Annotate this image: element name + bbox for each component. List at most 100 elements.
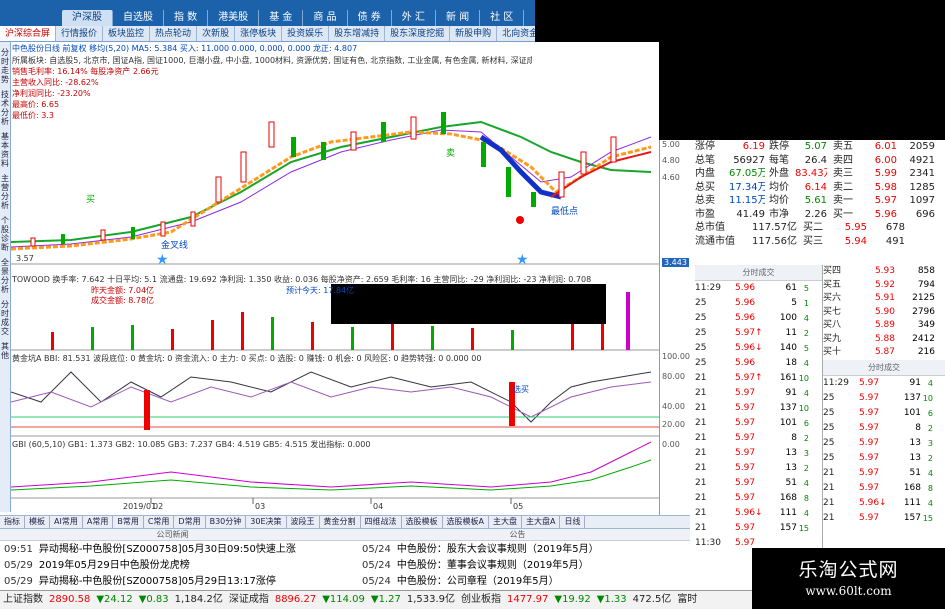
tick-row[interactable]: 25 5.97 101 6 (823, 406, 945, 421)
date-label-3: 04 (373, 502, 384, 511)
left-tab-profile[interactable]: 基本资料 (0, 132, 10, 168)
indicator-tab[interactable]: 主大盘 (489, 516, 522, 528)
tab-holder-deep[interactable]: 股东深度挖掘 (385, 26, 451, 41)
menu-item-favorites[interactable]: 自选股 (113, 10, 164, 26)
quote-value: 5.61 (804, 195, 827, 206)
indicator-tab[interactable]: 选股模板 (402, 516, 443, 528)
left-tab-panorama[interactable]: 全景分析 (0, 258, 10, 294)
indicator-tab[interactable]: 模板 (25, 516, 50, 528)
tick-row[interactable]: 25 5.97↑ 11 2 (695, 326, 822, 341)
news-item[interactable]: 05/24 中色股份：股东大会议事规则（2019年5月） (362, 542, 682, 558)
tick-row[interactable]: 21 5.97 51 4 (695, 476, 822, 491)
tab-limit-up[interactable]: 涨停板块 (235, 26, 283, 41)
news-item[interactable]: 05/24 中色股份：董事会议事规则（2019年5月） (362, 558, 682, 574)
tick-row[interactable]: 21 5.97 168 8 (823, 481, 945, 496)
indicator-tab[interactable]: 波段王 (287, 516, 320, 528)
indicator-tab[interactable]: 主大盘A (522, 516, 561, 528)
tick-row[interactable]: 21 5.97 157 15 (823, 511, 945, 526)
status-field: 8896.27 (274, 594, 317, 605)
quote-value: 11.15万 (729, 195, 765, 206)
tab-hs-overview[interactable]: 沪深综合屏 (0, 26, 57, 41)
tick-row[interactable]: 25 5.97 13 3 (823, 436, 945, 451)
news-date: 05/29 (4, 560, 33, 571)
indicator-tab[interactable]: 选股模板A (443, 516, 489, 528)
indicator-tab[interactable]: 指标 (0, 516, 25, 528)
indicator-tab[interactable]: A常用 (83, 516, 114, 528)
news-item[interactable]: 05/29 异动揭秘-中色股份[SZ000758]05月29日13:17涨停 (4, 574, 354, 590)
menu-item-hk-us[interactable]: 港美股 (208, 10, 260, 26)
indicator-tab[interactable]: 30E决策 (246, 516, 287, 528)
menu-item-index[interactable]: 指 数 (164, 10, 209, 26)
left-tab-other[interactable]: 其他 (0, 342, 10, 360)
menu-item-commodity[interactable]: 商 品 (303, 10, 348, 26)
tick-row[interactable]: 25 5.96 100 4 (695, 311, 822, 326)
tick-row[interactable]: 21 5.97 168 8 (695, 491, 822, 506)
news-item[interactable]: 09:51 异动揭秘-中色股份[SZ000758]05月30日09:50快速上涨 (4, 542, 354, 558)
quote-value: 26.4 (804, 154, 827, 166)
indicator-tab[interactable]: B30分钟 (206, 516, 247, 528)
menu-item-forex[interactable]: 外 汇 (392, 10, 436, 26)
indicator-tab[interactable]: AI常用 (50, 516, 83, 528)
left-tab-business[interactable]: 主营分析 (0, 174, 10, 210)
news-item[interactable]: 05/24 中色股份：公司章程（2019年5月） (362, 574, 682, 590)
left-tab-diagnosis[interactable]: 个股诊断 (0, 216, 10, 252)
menu-item-hs[interactable]: 沪深股 (62, 10, 113, 26)
order-book-price: 5.97 (874, 195, 897, 206)
tick-row[interactable]: 21 5.97 157 15 (695, 521, 822, 536)
tab-sector-monitor[interactable]: 板块监控 (103, 26, 151, 41)
tick-row[interactable]: 21 5.96↓ 111 4 (695, 506, 822, 521)
indicator-tab[interactable]: B常用 (113, 516, 144, 528)
tick-row[interactable]: 25 5.96↓ 140 5 (695, 341, 822, 356)
menu-item-fund[interactable]: 基 金 (259, 10, 304, 26)
news-title: 异动揭秘-中色股份[SZ000758]05月30日09:50快速上涨 (38, 544, 296, 555)
tab-holder-change[interactable]: 股东增减持 (329, 26, 386, 41)
indicator-tab[interactable]: D常用 (174, 516, 206, 528)
tick-list-left[interactable]: 分时成交 11:29 5.96 61 5 25 5.96 5 1 25 5.96 100 4 25 5.9… (695, 265, 823, 550)
indicator-tab[interactable]: 黄金分割 (320, 516, 361, 528)
tick-row[interactable]: 25 5.97 137 10 (823, 391, 945, 406)
tick-count: 8 (803, 494, 809, 503)
tick-row[interactable]: 21 5.96↓ 111 4 (823, 496, 945, 511)
tick-count: 5 (803, 344, 809, 353)
tick-row[interactable]: 11:29 5.97 91 4 (823, 376, 945, 391)
left-tab-intraday[interactable]: 分时走势 (0, 48, 10, 84)
quote-value: 41.49 (736, 208, 765, 220)
tick-header-right: 分时成交 (823, 359, 945, 376)
date-label-1: 02 (153, 502, 164, 511)
menu-item-news[interactable]: 新 闻 (436, 10, 481, 26)
tab-ipo[interactable]: 新股申购 (450, 26, 498, 41)
indicator-tab[interactable]: C常用 (144, 516, 175, 528)
tick-row[interactable]: 11:29 5.96 61 5 (695, 281, 822, 296)
tab-quotes[interactable]: 行情报价 (56, 26, 104, 41)
tick-row[interactable]: 21 5.97 101 6 (695, 416, 822, 431)
tick-row[interactable]: 25 5.96 18 4 (695, 356, 822, 371)
tick-row[interactable]: 25 5.97 13 2 (823, 451, 945, 466)
tick-row[interactable]: 21 5.97 137 10 (695, 401, 822, 416)
menu-item-bond[interactable]: 债 券 (348, 10, 392, 26)
tick-row[interactable]: 21 5.97 8 2 (695, 431, 822, 446)
tick-volume: 13 (785, 463, 797, 473)
indicator-tab[interactable]: 日线 (560, 516, 586, 528)
tick-volume: 101 (903, 407, 921, 418)
axis-label-4: 0.00 (662, 440, 680, 449)
left-tab-ticks[interactable]: 分时成交 (0, 300, 10, 336)
tick-row[interactable]: 25 5.96 5 1 (695, 296, 822, 311)
tick-row[interactable]: 21 5.97↑ 161 10 (695, 371, 822, 386)
tick-volume: 137 (903, 392, 921, 403)
kline-chart-area[interactable]: 中色股份日线 前复权 移均(5,20) MA5: 5.384 买入: 11.00… (11, 42, 659, 512)
tick-list-right[interactable]: 买四 5.93 858 买五 5.92 794 买六 5.91 2125 买七 5.90 2796 买八… (823, 265, 945, 550)
tick-row[interactable]: 21 5.97 13 2 (695, 461, 822, 476)
indicator-tab[interactable]: 四维战法 (361, 516, 402, 528)
tab-hot-rotation[interactable]: 热点轮动 (150, 26, 198, 41)
news-item[interactable]: 05/29 2019年05月29日中色股份龙虎榜 (4, 558, 354, 574)
left-tab-technical[interactable]: 技术分析 (0, 90, 10, 126)
tab-invest[interactable]: 投资娱乐 (282, 26, 330, 41)
status-field: 深证成指 (228, 594, 269, 605)
tick-row[interactable]: 21 5.97 91 4 (695, 386, 822, 401)
tick-row[interactable]: 21 5.97 51 4 (823, 466, 945, 481)
tab-new-stocks[interactable]: 次新股 (197, 26, 236, 41)
menu-item-community[interactable]: 社 区 (480, 10, 525, 26)
tick-row[interactable]: 21 5.97 13 3 (695, 446, 822, 461)
tick-row[interactable]: 25 5.97 8 2 (823, 421, 945, 436)
tick-price: 5.97↑ (735, 328, 763, 338)
